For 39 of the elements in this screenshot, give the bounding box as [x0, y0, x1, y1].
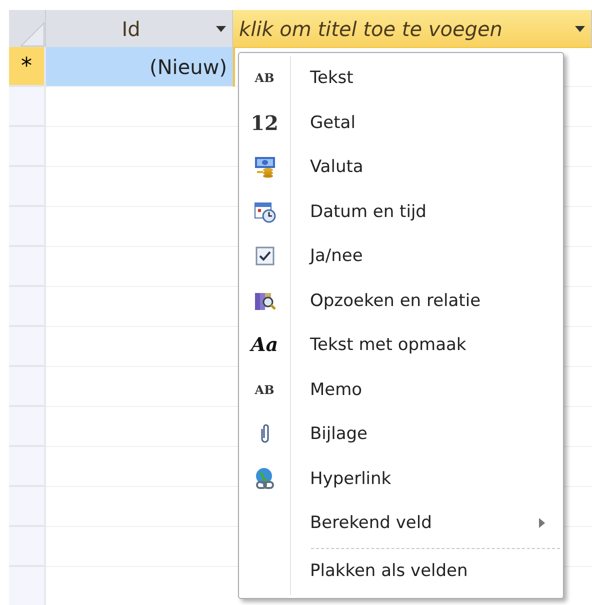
menu-item[interactable]: AB Tekst: [239, 56, 563, 100]
menu-item[interactable]: Hyperlink: [239, 456, 563, 501]
dropdown-arrow-icon[interactable]: [575, 26, 585, 32]
select-all-icon[interactable]: [17, 19, 45, 47]
menu-item[interactable]: Aa Tekst met opmaak: [239, 323, 563, 368]
checkbox-icon: [254, 246, 274, 266]
menu-item[interactable]: AB Memo: [239, 368, 563, 412]
text-type-icon: AB: [254, 382, 274, 397]
menu-item[interactable]: Berekend veld: [239, 501, 563, 546]
column-header[interactable]: Id: [46, 10, 233, 47]
row-selector[interactable]: [9, 247, 46, 287]
row-selector[interactable]: [9, 487, 46, 527]
row-selector[interactable]: [9, 527, 46, 567]
money-icon: [254, 156, 276, 178]
row-selector[interactable]: [9, 447, 46, 487]
row-selector[interactable]: [9, 567, 46, 605]
row-selector[interactable]: [9, 207, 46, 247]
rich-text-icon: Aa: [250, 334, 278, 356]
menu-item[interactable]: Opzoeken en relatie: [239, 278, 563, 323]
calendar-clock-icon: [254, 200, 276, 223]
row-selector[interactable]: [9, 367, 46, 407]
row-selector[interactable]: [9, 167, 46, 207]
table-cell: (Nieuw): [46, 47, 233, 87]
menu-item[interactable]: 12 Getal: [239, 100, 563, 145]
row-selector[interactable]: [9, 407, 46, 447]
text-type-icon: AB: [254, 71, 274, 86]
menu-item[interactable]: Datum en tijd: [239, 190, 563, 234]
row-selector[interactable]: [9, 87, 46, 127]
row-selector[interactable]: [9, 127, 46, 167]
new-record-marker: *: [9, 47, 46, 87]
row-selector[interactable]: [9, 327, 46, 367]
column-header[interactable]: klik om titel toe te voegen: [233, 10, 592, 47]
row-selector[interactable]: [9, 287, 46, 327]
menu-item[interactable]: Ja/nee: [239, 234, 563, 278]
menu-item[interactable]: Plakken als velden: [239, 548, 563, 593]
menu-item[interactable]: Valuta: [239, 145, 563, 190]
dropdown-arrow-icon[interactable]: [216, 26, 226, 32]
menu-item[interactable]: Bijlage: [239, 412, 563, 456]
number-type-icon: 12: [250, 110, 278, 135]
